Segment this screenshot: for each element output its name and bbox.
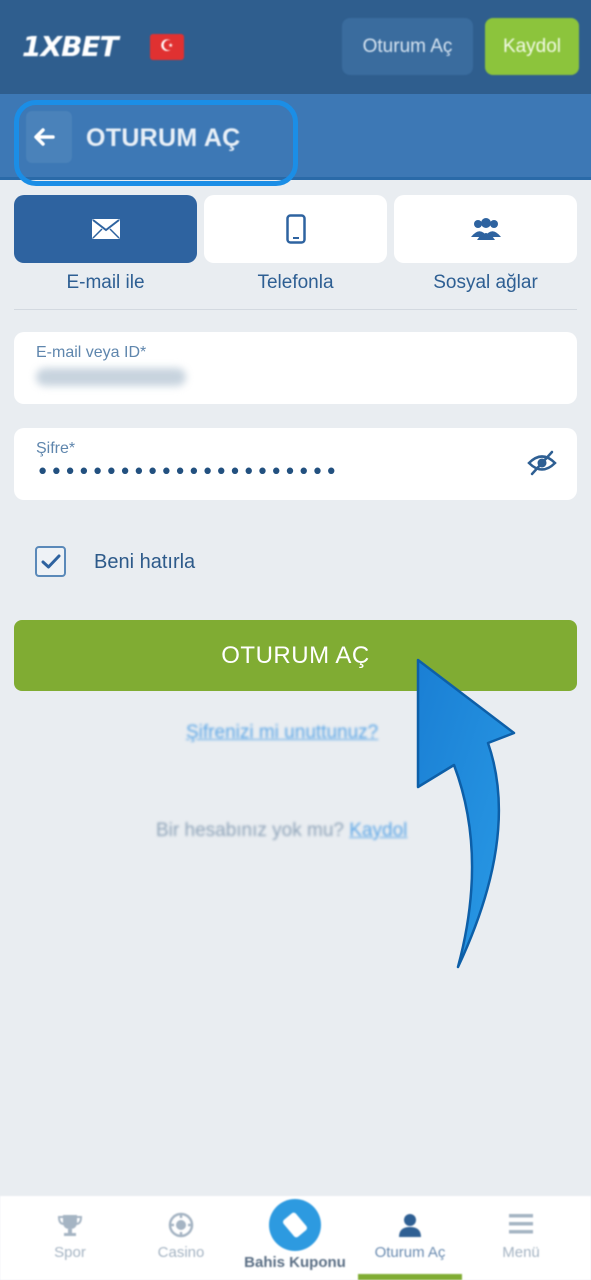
nav-active-indicator bbox=[358, 1274, 462, 1280]
tab-social-label[interactable]: Sosyal ağlar bbox=[394, 272, 577, 294]
header-login-button[interactable]: Oturum Aç bbox=[342, 18, 473, 75]
remember-checkbox[interactable] bbox=[35, 546, 66, 577]
remember-label[interactable]: Beni hatırla bbox=[94, 551, 195, 574]
nav-label-spor: Spor bbox=[54, 1244, 86, 1261]
email-field-value-redacted bbox=[36, 368, 186, 386]
check-icon bbox=[41, 554, 61, 569]
divider bbox=[14, 309, 577, 310]
nav-item-menu[interactable]: Menü bbox=[471, 1196, 571, 1280]
no-account-text: Bir hesabınız yok mu? Kaydol bbox=[156, 820, 407, 842]
tab-phone-label[interactable]: Telefonla bbox=[204, 272, 387, 294]
highlight-frame bbox=[14, 100, 298, 186]
phone-icon bbox=[285, 214, 306, 244]
tab-email[interactable] bbox=[14, 195, 197, 263]
user-icon bbox=[399, 1214, 421, 1237]
ticket-icon bbox=[283, 1212, 307, 1238]
users-icon bbox=[470, 218, 501, 240]
header-register-button[interactable]: Kaydol bbox=[485, 18, 579, 75]
tab-social[interactable] bbox=[394, 195, 577, 263]
eye-slash-icon[interactable] bbox=[527, 450, 557, 476]
nav-item-bet-slip[interactable] bbox=[269, 1199, 321, 1251]
turkey-flag-icon[interactable]: ☪ bbox=[150, 34, 184, 60]
password-field-value: •••••••••••••••••••••• bbox=[36, 460, 339, 485]
password-field-label: Şifre* bbox=[36, 440, 76, 457]
email-field-label: E-mail veya ID* bbox=[36, 344, 147, 361]
register-link[interactable]: Kaydol bbox=[349, 820, 407, 841]
casino-chip-icon bbox=[168, 1212, 194, 1238]
nav-label-menu: Menü bbox=[502, 1244, 540, 1261]
tab-email-label[interactable]: E-mail ile bbox=[14, 272, 197, 294]
no-account-label: Bir hesabınız yok mu? bbox=[156, 820, 344, 841]
pointer-arrow-icon bbox=[416, 658, 516, 969]
tab-phone[interactable] bbox=[204, 195, 387, 263]
email-field[interactable]: E-mail veya ID* bbox=[14, 332, 577, 404]
nav-item-spor[interactable]: Spor bbox=[20, 1196, 120, 1280]
nav-item-oturum-ac[interactable]: Oturum Aç bbox=[360, 1196, 460, 1280]
forgot-password-link[interactable]: Şifrenizi mi unuttunuz? bbox=[186, 722, 378, 744]
password-field[interactable]: Şifre* •••••••••••••••••••••• bbox=[14, 428, 577, 500]
nav-label-oturum-ac: Oturum Aç bbox=[374, 1244, 446, 1261]
trophy-icon bbox=[57, 1215, 83, 1236]
nav-item-casino[interactable]: Casino bbox=[131, 1196, 231, 1280]
envelope-icon bbox=[91, 219, 120, 239]
menu-icon bbox=[509, 1214, 533, 1234]
nav-label-bet-slip: Bahis Kuponu bbox=[244, 1254, 346, 1271]
brand-logo[interactable]: 1XBET bbox=[22, 30, 119, 63]
nav-label-casino: Casino bbox=[157, 1244, 205, 1261]
